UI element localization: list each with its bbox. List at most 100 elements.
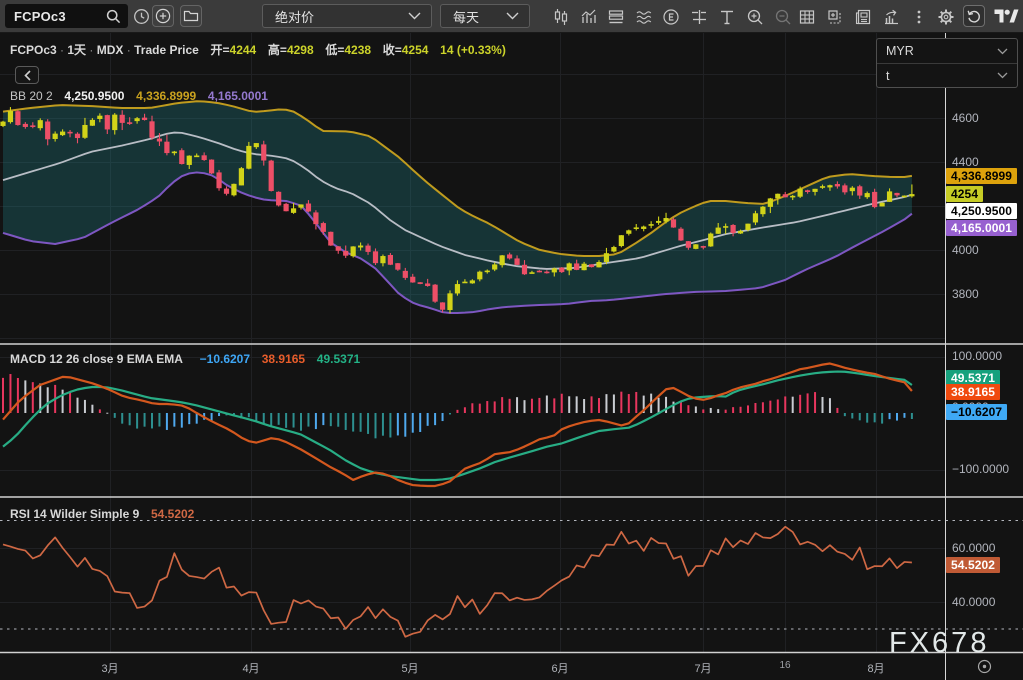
more-options-button[interactable] [909, 7, 928, 26]
layers-icon [607, 8, 625, 26]
alert-button[interactable] [689, 7, 708, 26]
folder-icon [183, 8, 199, 24]
unit-value: t [886, 69, 889, 83]
clock-icon [133, 8, 150, 25]
bb-lower-value: 4,165.0001 [208, 89, 268, 103]
top-toolbar: FCPOc3 绝对价 每天 [0, 0, 1023, 33]
macd-axis-label: −100.0000 [952, 462, 1009, 476]
add-symbol-button[interactable] [152, 5, 174, 27]
interval-value: 每天 [441, 7, 479, 26]
legend-interval: 1天 [67, 43, 86, 57]
rsi-legend-name: RSI 14 Wilder Simple 9 [10, 507, 139, 521]
legend-low-label: 低= [325, 43, 344, 57]
waves-icon [635, 8, 653, 26]
news-button[interactable] [853, 7, 872, 26]
price-axis-label: 4400 [952, 155, 979, 169]
macd-indicator-legend[interactable]: MACD 12 26 close 9 EMA EMA −10.6207 38.9… [10, 352, 360, 366]
trading-chart-app: FCPOc3 绝对价 每天 [0, 0, 1023, 680]
zoom-in-button[interactable] [745, 7, 764, 26]
circled-e-icon [662, 8, 680, 26]
price-axis-label: 4000 [952, 243, 979, 257]
search-icon [106, 9, 121, 24]
currency-unit-selector: MYR t [876, 38, 1018, 88]
legend-high-label: 高= [268, 43, 287, 57]
chevron-down-icon [408, 12, 421, 20]
time-axis-label[interactable]: 7月 [694, 660, 711, 676]
price-axis-label: 4600 [952, 111, 979, 125]
macd-hist-value: −10.6207 [200, 352, 250, 366]
price-tag: 4,336.8999 [946, 168, 1017, 184]
indicators-button[interactable] [579, 7, 598, 26]
undo-icon [966, 8, 982, 24]
price-line-plus-icon [690, 8, 708, 26]
macd-axis-label: 100.0000 [952, 349, 1002, 363]
bb-upper-value: 4,336.8999 [136, 89, 196, 103]
legend-close-value: 4254 [402, 43, 429, 57]
time-axis-label[interactable]: 16 [779, 660, 790, 671]
rsi-value-tag: 54.5202 [946, 557, 1000, 573]
kebab-menu-icon [910, 8, 928, 26]
chart-style-button[interactable] [551, 7, 570, 26]
macd-value-tag: −10.6207 [946, 404, 1007, 420]
symbol-legend[interactable]: FCPOc3 · 1天 · MDX · Trade Price 开=4244 高… [10, 41, 506, 58]
rsi-indicator-legend[interactable]: RSI 14 Wilder Simple 9 54.5202 [10, 507, 194, 521]
time-axis-label[interactable]: 5月 [401, 660, 418, 676]
symbol-search-input[interactable]: FCPOc3 [5, 4, 128, 28]
legend-low-value: 4238 [344, 43, 371, 57]
patterns-button[interactable] [634, 7, 653, 26]
legend-open-value: 4244 [230, 43, 257, 57]
price-type-dropdown[interactable]: 绝对价 [262, 4, 432, 28]
add-pane-button[interactable] [825, 7, 844, 26]
market-grid-button[interactable] [797, 7, 816, 26]
legend-change-value: 14 (+0.33%) [440, 43, 506, 57]
time-axis-label[interactable]: 6月 [551, 660, 568, 676]
price-tag: 4254 [946, 186, 983, 202]
events-button[interactable] [661, 7, 680, 26]
time-axis-label[interactable]: 8月 [867, 660, 884, 676]
open-layout-button[interactable] [180, 5, 202, 27]
legend-open-label: 开= [211, 43, 230, 57]
compare-layout-button[interactable] [606, 7, 625, 26]
price-axis-label: 3800 [952, 287, 979, 301]
fx678-watermark: FX678 [889, 627, 989, 660]
collapse-legend-button[interactable] [15, 66, 39, 84]
chevron-left-icon [24, 70, 31, 81]
bb-legend-name: BB 20 2 [10, 89, 53, 103]
macd-value-tag: 38.9165 [946, 384, 1000, 400]
legend-symbol: FCPOc3 [10, 43, 57, 57]
currency-dropdown[interactable]: MYR [877, 39, 1017, 63]
timezone-target-icon[interactable] [977, 659, 992, 679]
tradingview-logo[interactable] [992, 5, 1020, 27]
legend-high-value: 4298 [287, 43, 314, 57]
chevron-down-icon [997, 72, 1008, 79]
zoom-in-icon [746, 8, 764, 26]
bb-indicator-legend[interactable]: BB 20 2 4,250.9500 4,336.8999 4,165.0001 [10, 89, 268, 103]
text-tool-button[interactable] [717, 7, 736, 26]
price-tag: 4,165.0001 [946, 220, 1017, 236]
currency-value: MYR [886, 44, 914, 58]
symbol-search-value: FCPOc3 [5, 9, 106, 24]
text-icon [718, 8, 736, 26]
plus-circle-icon [155, 8, 171, 24]
unit-dropdown[interactable]: t [877, 63, 1017, 87]
rsi-value: 54.5202 [151, 507, 194, 521]
tradingview-logo-icon [994, 9, 1019, 23]
export-chart-button[interactable] [881, 7, 900, 26]
gear-icon [937, 8, 955, 26]
interval-dropdown[interactable]: 每天 [440, 4, 530, 28]
legend-series-type: Trade Price [134, 43, 199, 57]
zoom-out-button[interactable] [773, 7, 792, 26]
price-tag: 4,250.9500 [946, 203, 1017, 219]
table-icon [798, 8, 816, 26]
undo-button[interactable] [963, 5, 985, 27]
candlestick-icon [552, 8, 570, 26]
news-icon [854, 8, 872, 26]
settings-button[interactable] [936, 7, 955, 26]
price-type-value: 绝对价 [263, 7, 314, 26]
macd-legend-name: MACD 12 26 close 9 EMA EMA [10, 352, 183, 366]
rsi-axis-label: 60.0000 [952, 541, 995, 555]
legend-close-label: 收= [383, 43, 402, 57]
time-axis-label[interactable]: 4月 [242, 660, 259, 676]
time-history-button[interactable] [130, 5, 152, 27]
time-axis-label[interactable]: 3月 [101, 660, 118, 676]
